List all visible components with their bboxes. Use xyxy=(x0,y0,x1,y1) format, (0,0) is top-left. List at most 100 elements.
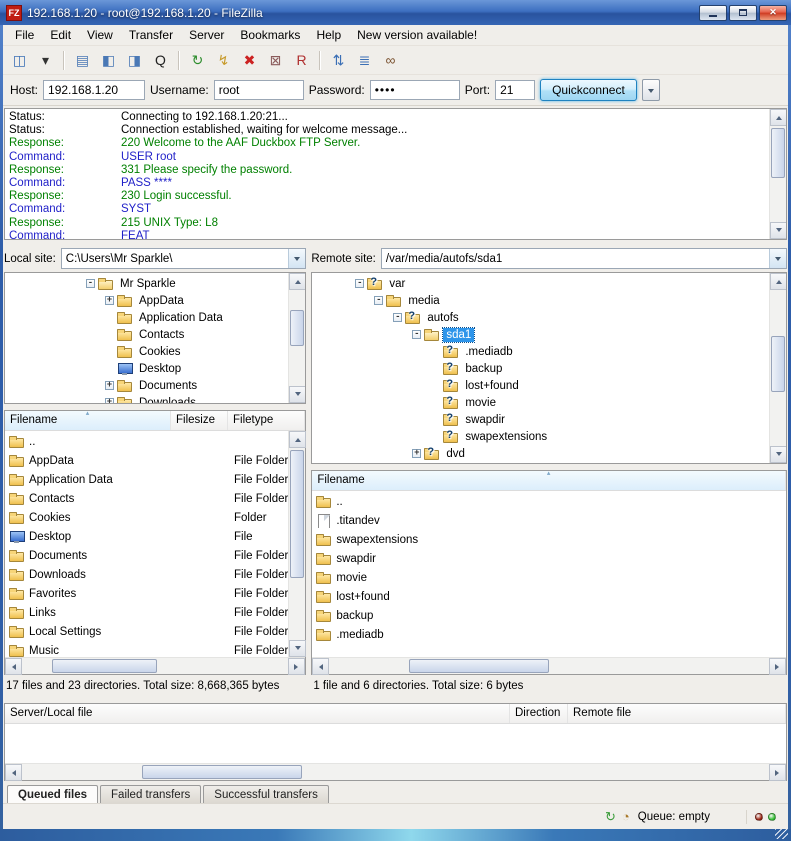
speed-limits-icon[interactable]: ◔ xyxy=(622,810,630,823)
column-header-filename[interactable]: Filename▴ xyxy=(312,471,786,490)
local-tree-item-appdata[interactable]: +AppData xyxy=(7,292,287,309)
scroll-down-icon[interactable] xyxy=(289,386,306,403)
column-header-direction[interactable]: Direction xyxy=(510,704,568,723)
scroll-thumb[interactable] xyxy=(290,310,304,346)
remote-tree-item-var[interactable]: -var xyxy=(314,275,768,292)
scroll-track[interactable] xyxy=(289,290,305,386)
cancel-button[interactable]: ✖ xyxy=(237,49,262,72)
expand-icon[interactable]: + xyxy=(412,449,421,458)
file-row-local-settings[interactable]: Local SettingsFile Folder xyxy=(5,622,288,641)
local-site-combo[interactable]: C:\Users\Mr Sparkle\ xyxy=(61,248,307,269)
file-row-downloads[interactable]: DownloadsFile Folder xyxy=(5,565,288,584)
scroll-track[interactable] xyxy=(770,290,786,446)
filter-status-icon[interactable]: ↻ xyxy=(605,810,616,823)
column-header-server-local-file[interactable]: Server/Local file xyxy=(5,704,510,723)
file-row-contacts[interactable]: ContactsFile Folder xyxy=(5,489,288,508)
remote-tree-item-autofs[interactable]: -autofs xyxy=(314,309,768,326)
queue-horizontal-scrollbar[interactable] xyxy=(5,763,786,780)
file-row-[interactable]: .. xyxy=(312,492,786,511)
file-row-documents[interactable]: DocumentsFile Folder xyxy=(5,546,288,565)
local-tree-item-downloads[interactable]: +Downloads xyxy=(7,394,287,404)
file-row-backup[interactable]: backup xyxy=(312,606,786,625)
scroll-right-icon[interactable] xyxy=(769,658,786,675)
collapse-icon[interactable]: - xyxy=(374,296,383,305)
local-tree-item-mr-sparkle[interactable]: -Mr Sparkle xyxy=(7,275,287,292)
reconnect-button[interactable]: R xyxy=(289,49,314,72)
tab-successful-transfers[interactable]: Successful transfers xyxy=(203,785,329,803)
scroll-left-icon[interactable] xyxy=(5,764,22,781)
scroll-left-icon[interactable] xyxy=(312,658,329,675)
file-row-cookies[interactable]: CookiesFolder xyxy=(5,508,288,527)
resize-grip-icon[interactable] xyxy=(775,829,788,839)
toggle-remote-tree-button[interactable]: ◨ xyxy=(122,49,147,72)
collapse-icon[interactable]: - xyxy=(412,330,421,339)
title-bar[interactable]: FZ 192.168.1.20 - root@192.168.1.20 - Fi… xyxy=(0,0,791,25)
menu-item-server[interactable]: Server xyxy=(181,26,232,44)
log-vertical-scrollbar[interactable] xyxy=(769,109,786,239)
local-tree-item-desktop[interactable]: Desktop xyxy=(7,360,287,377)
scroll-thumb[interactable] xyxy=(290,450,304,578)
close-button[interactable] xyxy=(759,5,787,21)
scroll-thumb[interactable] xyxy=(771,336,785,392)
scroll-track[interactable] xyxy=(22,764,769,780)
quickconnect-dropdown-button[interactable] xyxy=(642,79,660,101)
quickconnect-button[interactable]: Quickconnect xyxy=(540,79,637,101)
site-manager-dropdown-button[interactable]: ▾ xyxy=(33,49,58,72)
remote-tree-item-sda1[interactable]: -sda1 xyxy=(314,326,768,343)
scroll-up-icon[interactable] xyxy=(770,109,787,126)
remote-tree-item-swapdir[interactable]: swapdir xyxy=(314,411,768,428)
toggle-local-tree-button[interactable]: ◧ xyxy=(96,49,121,72)
collapse-icon[interactable]: - xyxy=(355,279,364,288)
file-row-swapdir[interactable]: swapdir xyxy=(312,549,786,568)
column-header-remote-file[interactable]: Remote file xyxy=(568,704,786,723)
collapse-icon[interactable]: - xyxy=(86,279,95,288)
maximize-button[interactable] xyxy=(729,5,757,21)
local-tree-vertical-scrollbar[interactable] xyxy=(288,273,305,403)
menu-item-help[interactable]: Help xyxy=(308,26,349,44)
local-list-vertical-scrollbar[interactable] xyxy=(288,431,305,657)
column-header-filetype[interactable]: Filetype xyxy=(228,411,305,430)
menu-item-edit[interactable]: Edit xyxy=(42,26,79,44)
remote-tree-item-dvd[interactable]: +dvd xyxy=(314,445,768,462)
port-input[interactable] xyxy=(495,80,535,100)
local-tree-item-cookies[interactable]: Cookies xyxy=(7,343,287,360)
scroll-track[interactable] xyxy=(329,658,769,674)
remote-tree-item-backup[interactable]: backup xyxy=(314,360,768,377)
file-row-music[interactable]: MusicFile Folder xyxy=(5,641,288,657)
refresh-button[interactable]: ↻ xyxy=(185,49,210,72)
column-header-filesize[interactable]: Filesize xyxy=(171,411,228,430)
chevron-down-icon[interactable] xyxy=(288,249,305,268)
local-tree-item-documents[interactable]: +Documents xyxy=(7,377,287,394)
file-row-links[interactable]: LinksFile Folder xyxy=(5,603,288,622)
filename-filters-button[interactable]: Q xyxy=(148,49,173,72)
menu-item-transfer[interactable]: Transfer xyxy=(121,26,181,44)
minimize-button[interactable] xyxy=(699,5,727,21)
file-row-[interactable]: .. xyxy=(5,432,288,451)
username-input[interactable] xyxy=(214,80,304,100)
file-row-appdata[interactable]: AppDataFile Folder xyxy=(5,451,288,470)
scroll-up-icon[interactable] xyxy=(289,431,306,448)
remote-tree-item-mediadb[interactable]: .mediadb xyxy=(314,343,768,360)
scroll-track[interactable] xyxy=(22,658,288,674)
scroll-thumb[interactable] xyxy=(52,659,157,673)
expand-icon[interactable]: + xyxy=(105,381,114,390)
remote-tree-item-lost-found[interactable]: lost+found xyxy=(314,377,768,394)
menu-item-bookmarks[interactable]: Bookmarks xyxy=(232,26,308,44)
toggle-message-log-button[interactable]: ▤ xyxy=(70,49,95,72)
scroll-down-icon[interactable] xyxy=(770,222,787,239)
host-input[interactable] xyxy=(43,80,145,100)
tab-failed-transfers[interactable]: Failed transfers xyxy=(100,785,201,803)
scroll-right-icon[interactable] xyxy=(769,764,786,781)
scroll-left-icon[interactable] xyxy=(5,658,22,675)
directory-comparison-button[interactable]: ⇅ xyxy=(326,49,351,72)
local-list-horizontal-scrollbar[interactable] xyxy=(5,657,305,674)
scroll-track[interactable] xyxy=(289,448,305,640)
local-tree-item-contacts[interactable]: Contacts xyxy=(7,326,287,343)
collapse-icon[interactable]: - xyxy=(393,313,402,322)
expand-icon[interactable]: + xyxy=(105,296,114,305)
menu-item-file[interactable]: File xyxy=(7,26,42,44)
chevron-down-icon[interactable] xyxy=(769,249,786,268)
file-row-movie[interactable]: movie xyxy=(312,568,786,587)
file-row-favorites[interactable]: FavoritesFile Folder xyxy=(5,584,288,603)
scroll-up-icon[interactable] xyxy=(770,273,787,290)
